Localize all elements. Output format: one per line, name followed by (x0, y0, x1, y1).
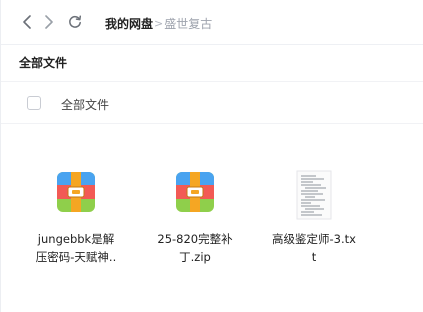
file-name: 高级鉴定师-3.tx t (262, 230, 366, 266)
archive-zip-icon (57, 172, 95, 212)
select-all-checkbox[interactable] (27, 96, 41, 110)
chevron-left-icon (23, 15, 31, 29)
file-browser-window: 我的网盘 > 盛世复古 全部文件 全部文件 jungebbk是解 压密码-天赋神… (0, 0, 423, 312)
refresh-button[interactable] (67, 14, 83, 30)
chevron-right-icon (45, 15, 53, 29)
divider (1, 123, 423, 124)
archive-zip-icon (176, 172, 214, 212)
breadcrumb: 我的网盘 > 盛世复古 (105, 13, 212, 33)
top-navigation-bar: 我的网盘 > 盛世复古 (1, 0, 423, 45)
back-button[interactable] (19, 14, 35, 30)
file-item[interactable]: 高级鉴定师-3.tx t (262, 160, 366, 270)
forward-button[interactable] (41, 14, 57, 30)
divider (1, 81, 423, 82)
file-name: 25-820完整补 丁.zip (143, 230, 247, 266)
file-name: jungebbk是解 压密码-天赋神.. (24, 230, 128, 266)
file-name-line: 丁.zip (179, 250, 211, 264)
text-file-icon (296, 170, 332, 220)
file-name-line: 25-820完整补 (157, 232, 233, 246)
breadcrumb-root[interactable]: 我的网盘 (105, 15, 153, 32)
file-item[interactable]: jungebbk是解 压密码-天赋神.. (24, 160, 128, 270)
column-header-name: 全部文件 (61, 98, 110, 112)
file-item[interactable]: 25-820完整补 丁.zip (143, 160, 247, 270)
file-name-line: t (311, 250, 317, 264)
breadcrumb-separator: > (154, 16, 164, 30)
file-name-line: 压密码-天赋神.. (35, 250, 117, 264)
refresh-icon (69, 15, 82, 28)
file-name-line: jungebbk是解 (37, 232, 115, 246)
section-title: 全部文件 (19, 56, 68, 70)
file-name-line: 高级鉴定师-3.tx (272, 232, 356, 246)
breadcrumb-current: 盛世复古 (164, 16, 213, 31)
